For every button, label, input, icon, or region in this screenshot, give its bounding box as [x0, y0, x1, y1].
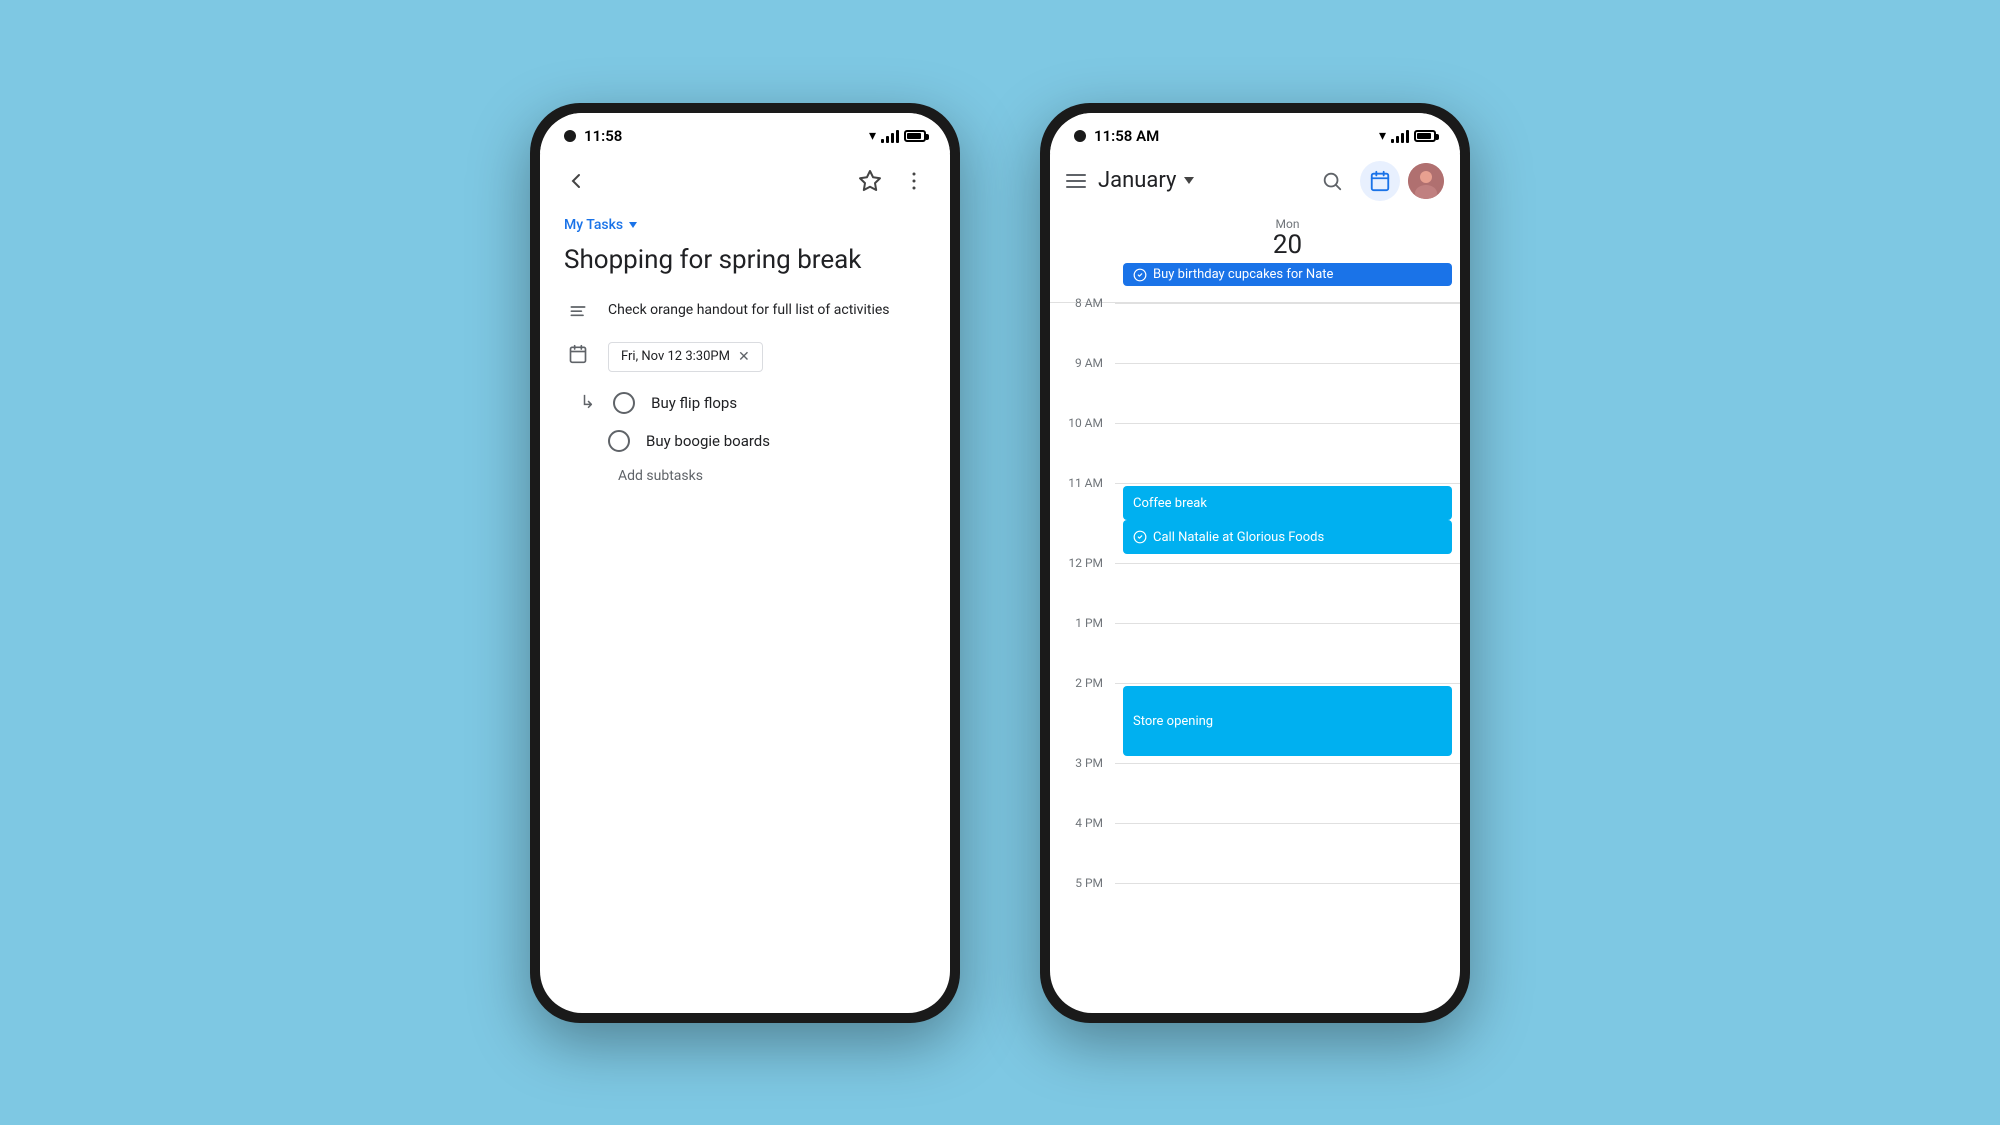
- subtask-text-2: Buy boogie boards: [646, 432, 770, 450]
- day-name: Mon: [1123, 217, 1452, 231]
- subtask-checkbox-1[interactable]: [613, 392, 635, 414]
- store-opening-event[interactable]: Store opening: [1123, 686, 1452, 756]
- my-tasks-label[interactable]: My Tasks: [564, 217, 926, 233]
- subtask-arrow-icon: ↳: [580, 392, 595, 413]
- call-natalie-event[interactable]: Call Natalie at Glorious Foods: [1123, 520, 1452, 554]
- time-row-5pm: 5 PM: [1050, 883, 1460, 943]
- coffee-break-event[interactable]: Coffee break: [1123, 486, 1452, 520]
- camera-dot-2: [1074, 130, 1086, 142]
- time-line-1pm: [1115, 623, 1460, 683]
- day-header: Mon 20 Buy birthday cupcakes for Nate: [1050, 213, 1460, 304]
- calendar-icon: [564, 342, 592, 364]
- subtask-row-1: ↳ Buy flip flops: [580, 392, 926, 414]
- battery-icon: [904, 130, 926, 142]
- back-button[interactable]: [556, 161, 596, 201]
- time-line-11am: Coffee break Call Natalie at Glorious Fo…: [1115, 483, 1460, 563]
- subtask-row-2: Buy boogie boards: [608, 430, 926, 452]
- status-icons: ▾: [869, 128, 926, 144]
- time-label-2pm: 2 PM: [1050, 677, 1115, 689]
- camera-dot: [564, 130, 576, 142]
- time-label-11am: 11 AM: [1050, 477, 1115, 489]
- calendar-view-button[interactable]: [1360, 161, 1400, 201]
- note-row: Check orange handout for full list of ac…: [564, 300, 926, 322]
- time-row-12pm: 12 PM: [1050, 563, 1460, 623]
- tasks-content: My Tasks Shopping for spring break Check…: [540, 209, 950, 1013]
- time-row-9am: 9 AM: [1050, 363, 1460, 423]
- time-label-3pm: 3 PM: [1050, 757, 1115, 769]
- time-label-1pm: 1 PM: [1050, 617, 1115, 629]
- date-row: Fri, Nov 12 3:30PM ✕: [564, 342, 926, 372]
- subtask-text-1: Buy flip flops: [651, 394, 737, 412]
- status-bar-calendar: 11:58 AM ▾: [1050, 113, 1460, 153]
- month-dropdown-arrow: [1184, 177, 1194, 184]
- wifi-icon: ▾: [869, 128, 876, 144]
- time-row-1pm: 1 PM: [1050, 623, 1460, 683]
- status-bar-tasks: 11:58 ▾: [540, 113, 950, 153]
- tasks-toolbar: [540, 153, 950, 209]
- phone-tasks: 11:58 ▾: [530, 103, 960, 1023]
- search-button[interactable]: [1312, 161, 1352, 201]
- time-line-12pm: [1115, 563, 1460, 623]
- phone-calendar: 11:58 AM ▾ January: [1040, 103, 1470, 1023]
- my-tasks-dropdown: [629, 222, 637, 228]
- time-line-10am: [1115, 423, 1460, 483]
- subtask-checkbox-2[interactable]: [608, 430, 630, 452]
- star-button[interactable]: [850, 161, 890, 201]
- time-row-11am: 11 AM Coffee break Call Natalie at Glori…: [1050, 483, 1460, 563]
- time-line-5pm: [1115, 883, 1460, 943]
- time-row-3pm: 3 PM: [1050, 763, 1460, 823]
- time-line-2pm: Store opening: [1115, 683, 1460, 763]
- time-label-10am: 10 AM: [1050, 417, 1115, 429]
- calendar-toolbar: January: [1050, 153, 1460, 213]
- note-icon: [564, 300, 592, 322]
- time-label-4pm: 4 PM: [1050, 817, 1115, 829]
- time-row-4pm: 4 PM: [1050, 823, 1460, 883]
- time-label-12pm: 12 PM: [1050, 557, 1115, 569]
- calendar-body: Mon 20 Buy birthday cupcakes for Nate 8 …: [1050, 213, 1460, 1013]
- status-icons-2: ▾: [1379, 128, 1436, 144]
- time-row-10am: 10 AM: [1050, 423, 1460, 483]
- user-avatar[interactable]: [1408, 163, 1444, 199]
- date-chip[interactable]: Fri, Nov 12 3:30PM ✕: [608, 342, 763, 372]
- add-subtasks-button[interactable]: Add subtasks: [618, 468, 926, 484]
- task-title: Shopping for spring break: [564, 245, 926, 276]
- battery-icon-2: [1414, 130, 1436, 142]
- day-number: 20: [1123, 231, 1452, 260]
- calendar-title: January: [1098, 168, 1300, 193]
- time-row-2pm: 2 PM Store opening: [1050, 683, 1460, 763]
- date-chip-close[interactable]: ✕: [738, 349, 750, 365]
- more-options-button[interactable]: [894, 161, 934, 201]
- day-header-content: Mon 20 Buy birthday cupcakes for Nate: [1115, 213, 1460, 299]
- time-label-8am: 8 AM: [1050, 297, 1115, 309]
- time-line-3pm: [1115, 763, 1460, 823]
- time-label-5pm: 5 PM: [1050, 877, 1115, 889]
- time-label-9am: 9 AM: [1050, 357, 1115, 369]
- note-text: Check orange handout for full list of ac…: [608, 300, 890, 321]
- hamburger-menu[interactable]: [1066, 174, 1086, 188]
- time-line-8am: [1115, 303, 1460, 363]
- signal-icon: [881, 129, 899, 143]
- wifi-icon-2: ▾: [1379, 128, 1386, 144]
- time-display-2: 11:58 AM: [1094, 127, 1159, 145]
- time-line-4pm: [1115, 823, 1460, 883]
- all-day-event[interactable]: Buy birthday cupcakes for Nate: [1123, 263, 1452, 286]
- time-display: 11:58: [584, 127, 622, 145]
- time-line-9am: [1115, 363, 1460, 423]
- time-row-8am: 8 AM: [1050, 303, 1460, 363]
- check-circle-icon: [1133, 530, 1147, 544]
- signal-icon-2: [1391, 129, 1409, 143]
- cal-toolbar-icons: [1312, 161, 1444, 201]
